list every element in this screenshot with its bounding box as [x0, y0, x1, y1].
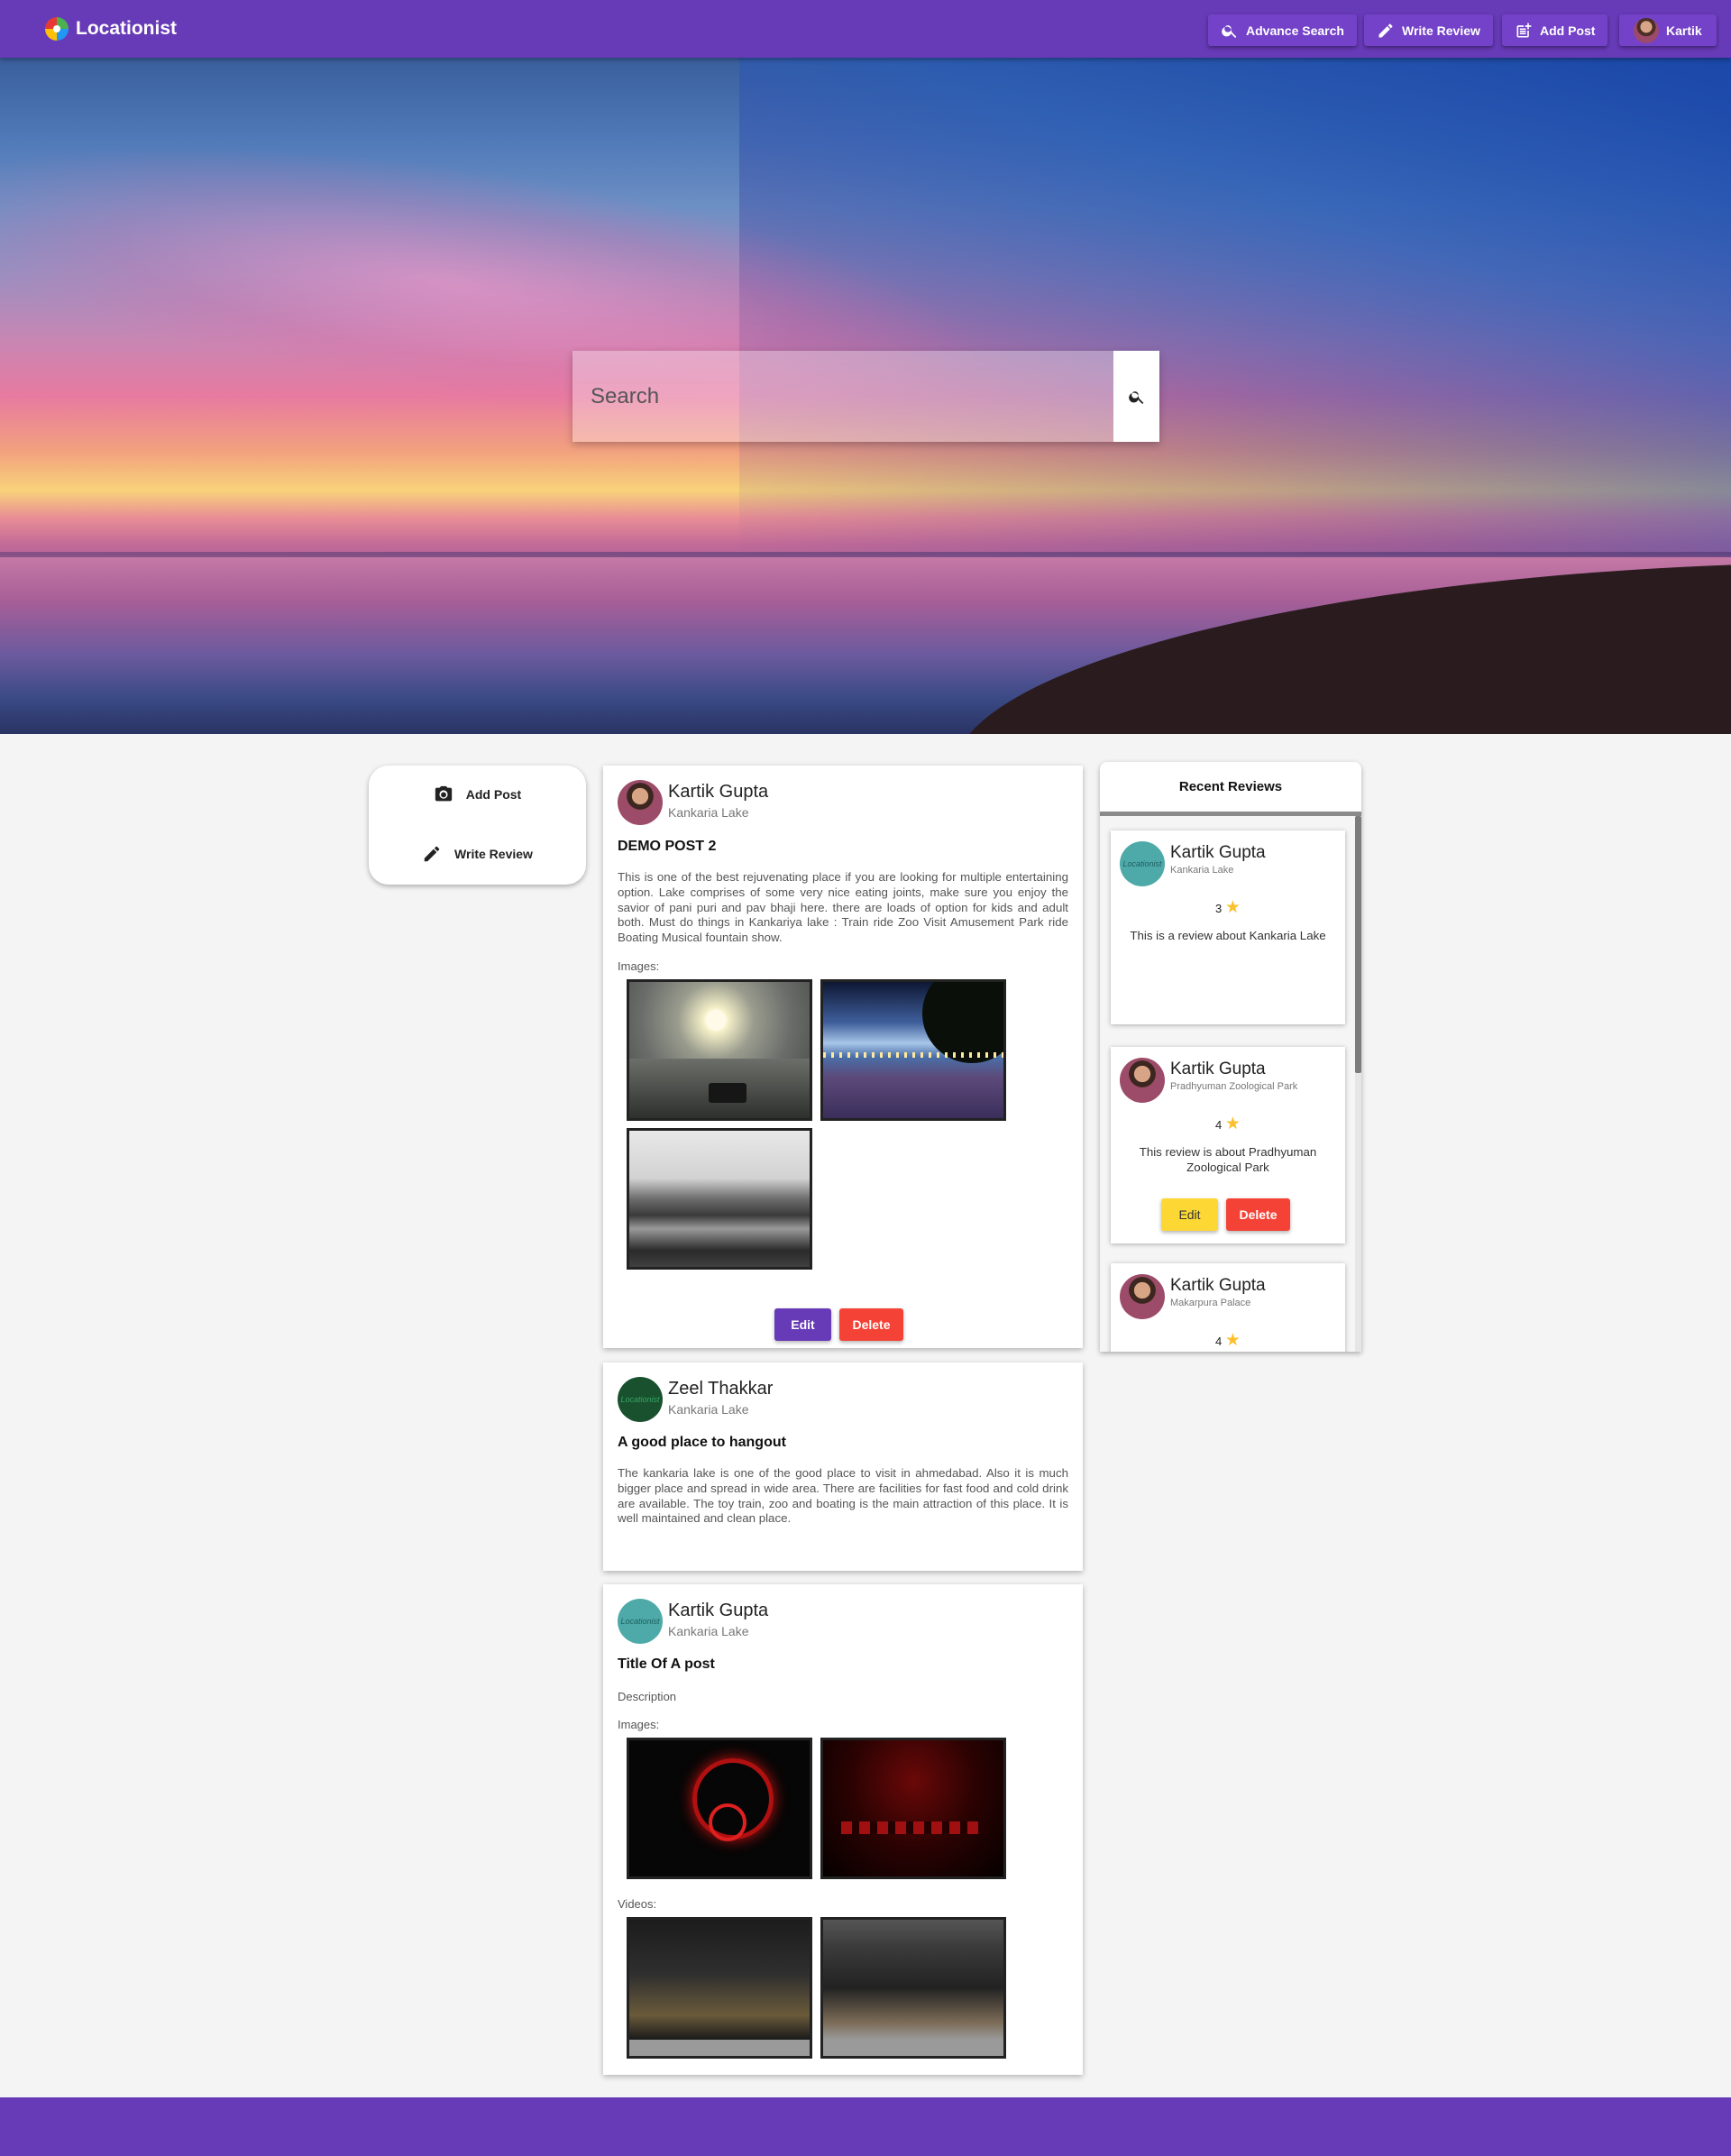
star-icon: ★ — [1224, 1331, 1241, 1350]
review-rating: 3 ★ — [1111, 897, 1345, 918]
post-title: DEMO POST 2 — [618, 839, 717, 854]
review-avatar[interactable] — [1120, 1058, 1165, 1103]
post-place[interactable]: Kankaria Lake — [668, 1402, 773, 1417]
star-icon: ★ — [1224, 898, 1241, 917]
write-review-nav-button[interactable]: Write Review — [1364, 14, 1493, 46]
brand-link[interactable]: Locationist — [45, 16, 177, 41]
star-icon: ★ — [1224, 1115, 1241, 1133]
write-review-nav-label: Write Review — [1402, 23, 1480, 38]
author-avatar[interactable]: Locationist — [618, 1599, 663, 1644]
post-author[interactable]: Zeel Thakkar — [668, 1379, 773, 1399]
author-avatar[interactable] — [618, 780, 663, 825]
edit-review-button[interactable]: Edit — [1161, 1198, 1218, 1231]
hero-horizon — [0, 552, 1731, 557]
review-place[interactable]: Makarpura Palace — [1170, 1298, 1250, 1308]
pencil-icon — [424, 846, 440, 862]
post-author[interactable]: Kartik Gupta — [668, 1601, 768, 1620]
advance-search-label: Advance Search — [1246, 23, 1344, 38]
post-image[interactable] — [820, 1738, 1006, 1879]
add-post-nav-label: Add Post — [1540, 23, 1596, 38]
brand-logo-icon — [45, 17, 69, 41]
user-avatar — [1634, 17, 1659, 43]
camera-icon — [435, 785, 452, 802]
add-post-action[interactable]: Add Post — [369, 776, 586, 812]
images-label: Images: — [618, 1718, 660, 1731]
post-image[interactable] — [627, 979, 812, 1121]
advance-search-button[interactable]: Advance Search — [1208, 14, 1357, 46]
review-card: Kartik Gupta Makarpura Palace 4 ★ — [1111, 1263, 1345, 1352]
pencil-icon — [1378, 23, 1393, 37]
images-label: Images: — [618, 959, 660, 973]
post-header: Kartik Gupta Kankaria Lake — [618, 780, 768, 825]
user-name-label: Kartik — [1666, 23, 1702, 38]
post-author[interactable]: Kartik Gupta — [668, 782, 768, 802]
post-title: A good place to hangout — [618, 1435, 786, 1450]
review-card: Kartik Gupta Pradhyuman Zoological Park … — [1111, 1047, 1345, 1243]
top-navbar: Locationist Advance Search Write Review … — [0, 0, 1731, 58]
post-description: The kankaria lake is one of the good pla… — [618, 1466, 1068, 1526]
quick-actions-card: Add Post Write Review — [369, 766, 586, 885]
write-review-action[interactable]: Write Review — [369, 836, 586, 872]
post-image[interactable] — [820, 979, 1006, 1121]
brand-name: Locationist — [76, 18, 178, 39]
review-author[interactable]: Kartik Gupta — [1170, 843, 1266, 863]
post-video[interactable] — [627, 1917, 812, 2059]
reviews-list[interactable]: Locationist Kartik Gupta Kankaria Lake 3… — [1100, 816, 1361, 1352]
post-add-icon — [1516, 23, 1532, 37]
write-review-action-label: Write Review — [454, 847, 533, 861]
post-header: Locationist Zeel Thakkar Kankaria Lake — [618, 1377, 773, 1422]
review-avatar[interactable] — [1120, 1274, 1165, 1319]
search-icon — [1222, 24, 1237, 38]
reviews-scrollbar-thumb[interactable] — [1355, 816, 1361, 1073]
rating-value: 4 — [1215, 1335, 1223, 1348]
hero-search-button[interactable] — [1113, 351, 1159, 442]
recent-reviews-panel: Recent Reviews Locationist Kartik Gupta … — [1100, 762, 1361, 1352]
post-video[interactable] — [820, 1917, 1006, 2059]
rating-value: 3 — [1215, 902, 1223, 915]
hero-search-bar — [572, 351, 1159, 442]
review-author[interactable]: Kartik Gupta — [1170, 1060, 1266, 1079]
review-place[interactable]: Kankaria Lake — [1170, 865, 1233, 876]
post-description: Description — [618, 1690, 677, 1703]
post-card: Locationist Zeel Thakkar Kankaria Lake A… — [603, 1362, 1083, 1571]
hero-search-input[interactable] — [572, 351, 1113, 442]
user-profile-button[interactable]: Kartik — [1619, 14, 1717, 46]
add-post-nav-button[interactable]: Add Post — [1502, 14, 1608, 46]
post-header: Locationist Kartik Gupta Kankaria Lake — [618, 1599, 768, 1644]
review-author[interactable]: Kartik Gupta — [1170, 1276, 1266, 1296]
recent-reviews-title: Recent Reviews — [1100, 762, 1361, 816]
review-card: Locationist Kartik Gupta Kankaria Lake 3… — [1111, 830, 1345, 1024]
post-card: Kartik Gupta Kankaria Lake DEMO POST 2 T… — [603, 766, 1083, 1348]
delete-review-button[interactable]: Delete — [1226, 1198, 1290, 1231]
review-place[interactable]: Pradhyuman Zoological Park — [1170, 1081, 1297, 1092]
search-icon — [1128, 390, 1143, 404]
review-text: This review is about Pradhyuman Zoologic… — [1139, 1145, 1317, 1174]
post-card: Locationist Kartik Gupta Kankaria Lake T… — [603, 1584, 1083, 2075]
add-post-action-label: Add Post — [465, 787, 522, 802]
rating-value: 4 — [1215, 1118, 1223, 1132]
review-text: This is a review about Kankaria Lake — [1130, 929, 1326, 942]
review-avatar[interactable]: Locationist — [1120, 841, 1165, 886]
review-rating: 4 ★ — [1111, 1114, 1345, 1134]
author-avatar[interactable]: Locationist — [618, 1377, 663, 1422]
post-description: This is one of the best rejuvenating pla… — [618, 870, 1068, 945]
page-footer — [0, 2097, 1731, 2156]
post-image[interactable] — [627, 1128, 812, 1270]
boat-shape — [709, 1083, 746, 1103]
post-image[interactable] — [627, 1738, 812, 1879]
post-place[interactable]: Kankaria Lake — [668, 1624, 768, 1638]
post-title: Title Of A post — [618, 1656, 715, 1672]
hero-banner — [0, 58, 1731, 734]
edit-post-button[interactable]: Edit — [774, 1308, 831, 1341]
delete-post-button[interactable]: Delete — [839, 1308, 903, 1341]
review-rating: 4 ★ — [1111, 1330, 1345, 1351]
post-place[interactable]: Kankaria Lake — [668, 805, 768, 820]
videos-label: Videos: — [618, 1897, 657, 1911]
